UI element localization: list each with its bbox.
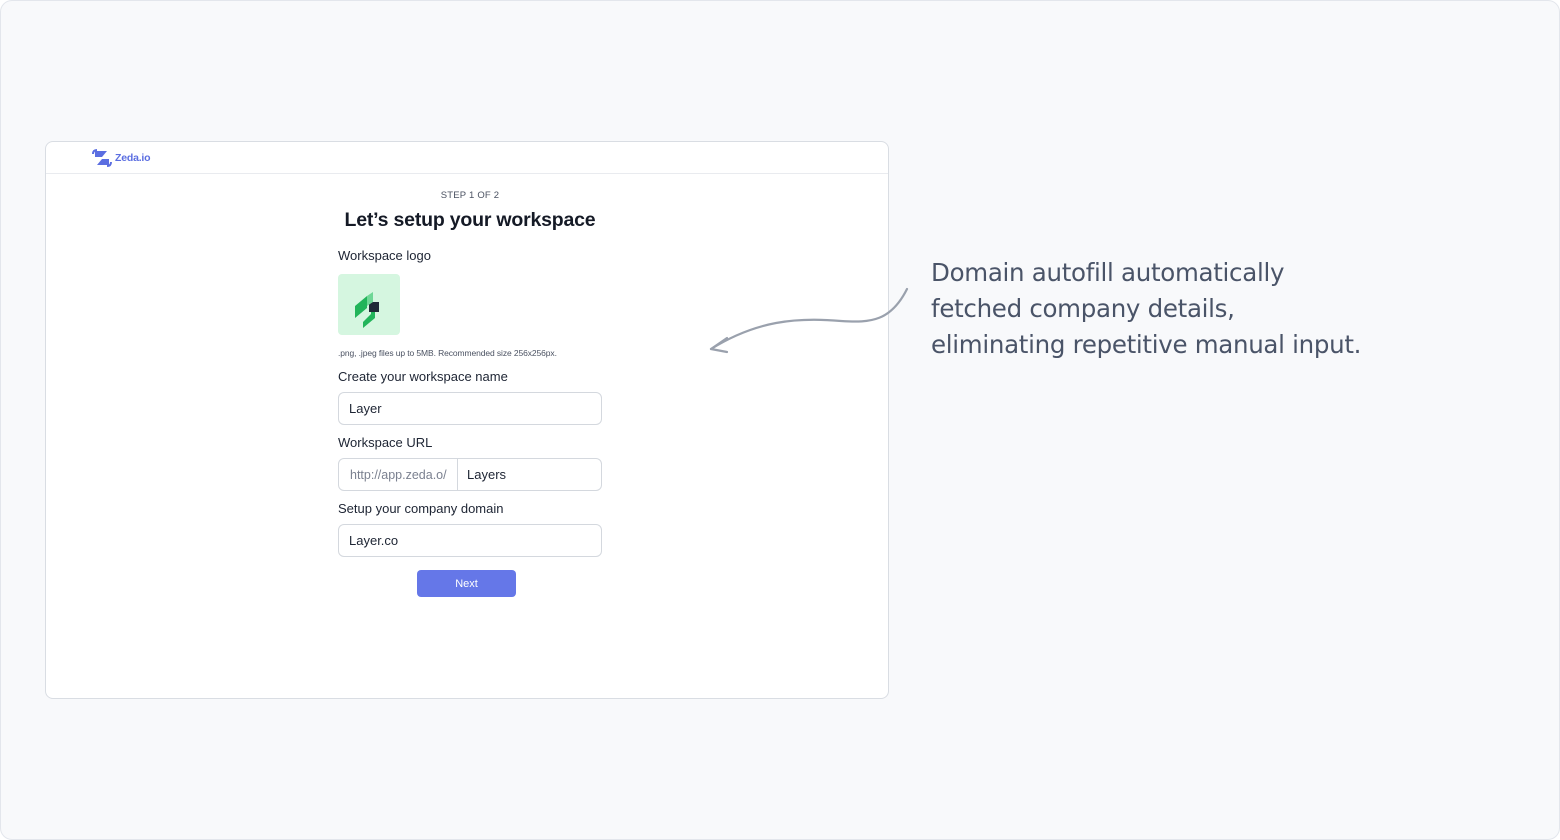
workspace-logo-label: Workspace logo: [338, 248, 431, 263]
layer-logo-icon: [355, 283, 379, 328]
presentation-canvas: Zeda.io STEP 1 OF 2 Let’s setup your wor…: [0, 0, 1560, 840]
workspace-url-label: Workspace URL: [338, 435, 433, 450]
workspace-name-label: Create your workspace name: [338, 369, 508, 384]
annotation-line: fetched company details,: [931, 294, 1235, 323]
workspace-name-input[interactable]: Layer: [338, 392, 602, 425]
workspace-url-field: http://app.zeda.o/ Layers: [338, 458, 602, 491]
workspace-url-prefix: http://app.zeda.o/: [339, 459, 458, 490]
step-indicator: STEP 1 OF 2: [440, 190, 500, 201]
brand-logo[interactable]: Zeda.io: [92, 148, 151, 168]
annotation-text: Domain autofill automatically fetched co…: [931, 255, 1531, 363]
workspace-setup-form: STEP 1 OF 2 Let’s setup your workspace W…: [338, 174, 602, 597]
next-button[interactable]: Next: [417, 570, 516, 597]
logo-upload-hint: .png, .jpeg files up to 5MB. Recommended…: [338, 348, 557, 358]
annotation-line: eliminating repetitive manual input.: [931, 330, 1362, 359]
workspace-url-input[interactable]: Layers: [458, 459, 601, 490]
company-domain-label: Setup your company domain: [338, 501, 504, 516]
brand-name: Zeda.io: [115, 151, 151, 164]
workspace-logo-upload[interactable]: [338, 274, 400, 335]
company-domain-input[interactable]: Layer.co: [338, 524, 602, 557]
annotation-line: Domain autofill automatically: [931, 258, 1285, 287]
app-window: Zeda.io STEP 1 OF 2 Let’s setup your wor…: [45, 141, 889, 699]
curved-arrow-icon: [709, 287, 909, 354]
top-bar: Zeda.io: [46, 142, 888, 174]
page-title: Let’s setup your workspace: [344, 209, 596, 231]
zeda-logo-icon: [92, 148, 112, 167]
